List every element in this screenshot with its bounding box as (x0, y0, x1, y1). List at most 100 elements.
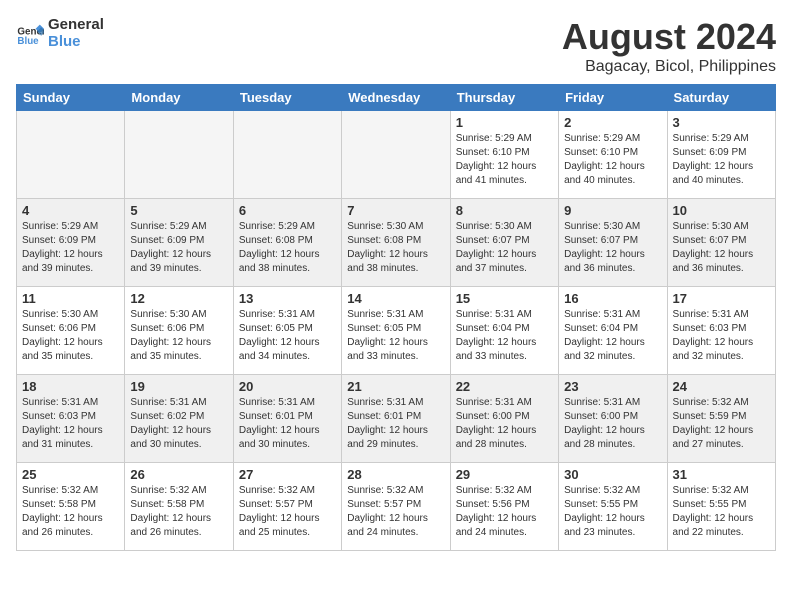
calendar-cell: 27 Sunrise: 5:32 AM Sunset: 5:57 PM Dayli… (233, 463, 341, 551)
title-block: August 2024 Bagacay, Bicol, Philippines (562, 16, 776, 76)
calendar-cell: 9Sunrise: 5:30 AM Sunset: 6:07 PM Daylig… (559, 199, 667, 287)
calendar-cell: 1 Sunrise: 5:29 AM Sunset: 6:10 PM Daylig… (450, 111, 558, 199)
day-info: Sunrise: 5:29 AM Sunset: 6:10 PM Dayligh… (564, 132, 661, 188)
day-number: 14 (347, 291, 444, 306)
calendar-cell: 26 Sunrise: 5:32 AM Sunset: 5:58 PM Dayli… (125, 463, 233, 551)
day-number: 27 (239, 467, 336, 482)
calendar-cell: 31 Sunrise: 5:32 AM Sunset: 5:55 PM Dayli… (667, 463, 775, 551)
day-info: Sunrise: 5:29 AM Sunset: 6:10 PM Dayligh… (456, 132, 553, 188)
calendar-cell: 12 Sunrise: 5:30 AM Sunset: 6:06 PM Dayli… (125, 287, 233, 375)
calendar-cell: 11Sunrise: 5:30 AM Sunset: 6:06 PM Dayli… (17, 287, 125, 375)
col-friday: Friday (559, 85, 667, 111)
day-number: 6 (239, 203, 336, 218)
calendar-cell: 4 Sunrise: 5:29 AM Sunset: 6:09 PM Daylig… (17, 199, 125, 287)
col-sunday: Sunday (17, 85, 125, 111)
calendar-cell: 14 Sunrise: 5:31 AM Sunset: 6:05 PM Dayli… (342, 287, 450, 375)
day-number: 5 (130, 203, 227, 218)
logo-general: General (48, 16, 104, 33)
calendar-cell: 18Sunrise: 5:31 AM Sunset: 6:03 PM Dayli… (17, 375, 125, 463)
day-info: Sunrise: 5:30 AM Sunset: 6:07 PM Dayligh… (564, 220, 661, 276)
calendar-cell: 29 Sunrise: 5:32 AM Sunset: 5:56 PM Dayli… (450, 463, 558, 551)
day-number: 23 (564, 379, 661, 394)
day-number: 12 (130, 291, 227, 306)
header-row: Sunday Monday Tuesday Wednesday Thursday… (17, 85, 776, 111)
calendar-cell: 19Sunrise: 5:31 AM Sunset: 6:02 PM Dayli… (125, 375, 233, 463)
day-number: 16 (564, 291, 661, 306)
day-info: Sunrise: 5:32 AM Sunset: 5:58 PM Dayligh… (130, 484, 227, 540)
day-info: Sunrise: 5:31 AM Sunset: 6:00 PM Dayligh… (456, 396, 553, 452)
day-number: 3 (673, 115, 770, 130)
day-info: Sunrise: 5:32 AM Sunset: 5:59 PM Dayligh… (673, 396, 770, 452)
day-number: 25 (22, 467, 119, 482)
day-info: Sunrise: 5:29 AM Sunset: 6:08 PM Dayligh… (239, 220, 336, 276)
day-info: Sunrise: 5:30 AM Sunset: 6:06 PM Dayligh… (130, 308, 227, 364)
day-number: 29 (456, 467, 553, 482)
logo-icon: General Blue (16, 19, 44, 47)
day-info: Sunrise: 5:30 AM Sunset: 6:06 PM Dayligh… (22, 308, 119, 364)
logo: General Blue General Blue (16, 16, 104, 51)
calendar-cell: 24 Sunrise: 5:32 AM Sunset: 5:59 PM Dayli… (667, 375, 775, 463)
calendar-cell: 20Sunrise: 5:31 AM Sunset: 6:01 PM Dayli… (233, 375, 341, 463)
col-tuesday: Tuesday (233, 85, 341, 111)
calendar-cell: 3 Sunrise: 5:29 AM Sunset: 6:09 PM Daylig… (667, 111, 775, 199)
day-info: Sunrise: 5:31 AM Sunset: 6:03 PM Dayligh… (673, 308, 770, 364)
day-info: Sunrise: 5:32 AM Sunset: 5:57 PM Dayligh… (239, 484, 336, 540)
calendar-cell: 10 Sunrise: 5:30 AM Sunset: 6:07 PM Dayli… (667, 199, 775, 287)
col-thursday: Thursday (450, 85, 558, 111)
day-number: 4 (22, 203, 119, 218)
day-number: 2 (564, 115, 661, 130)
calendar-week-2: 4 Sunrise: 5:29 AM Sunset: 6:09 PM Daylig… (17, 199, 776, 287)
calendar-cell: 6 Sunrise: 5:29 AM Sunset: 6:08 PM Daylig… (233, 199, 341, 287)
calendar-cell: 5 Sunrise: 5:29 AM Sunset: 6:09 PM Daylig… (125, 199, 233, 287)
day-info: Sunrise: 5:31 AM Sunset: 6:05 PM Dayligh… (347, 308, 444, 364)
day-number: 31 (673, 467, 770, 482)
day-info: Sunrise: 5:32 AM Sunset: 5:56 PM Dayligh… (456, 484, 553, 540)
day-number: 15 (456, 291, 553, 306)
day-number: 24 (673, 379, 770, 394)
day-info: Sunrise: 5:32 AM Sunset: 5:55 PM Dayligh… (673, 484, 770, 540)
calendar-cell: 17 Sunrise: 5:31 AM Sunset: 6:03 PM Dayli… (667, 287, 775, 375)
day-number: 26 (130, 467, 227, 482)
day-info: Sunrise: 5:32 AM Sunset: 5:57 PM Dayligh… (347, 484, 444, 540)
day-info: Sunrise: 5:30 AM Sunset: 6:08 PM Dayligh… (347, 220, 444, 276)
day-info: Sunrise: 5:29 AM Sunset: 6:09 PM Dayligh… (22, 220, 119, 276)
calendar-cell: 8 Sunrise: 5:30 AM Sunset: 6:07 PM Daylig… (450, 199, 558, 287)
calendar-week-5: 25 Sunrise: 5:32 AM Sunset: 5:58 PM Dayli… (17, 463, 776, 551)
day-number: 8 (456, 203, 553, 218)
calendar-cell: 13 Sunrise: 5:31 AM Sunset: 6:05 PM Dayli… (233, 287, 341, 375)
day-info: Sunrise: 5:31 AM Sunset: 6:04 PM Dayligh… (456, 308, 553, 364)
calendar-cell: 21 Sunrise: 5:31 AM Sunset: 6:01 PM Dayli… (342, 375, 450, 463)
calendar-subtitle: Bagacay, Bicol, Philippines (562, 58, 776, 76)
day-info: Sunrise: 5:32 AM Sunset: 5:58 PM Dayligh… (22, 484, 119, 540)
day-info: Sunrise: 5:31 AM Sunset: 6:05 PM Dayligh… (239, 308, 336, 364)
calendar-cell (233, 111, 341, 199)
calendar-cell: 30Sunrise: 5:32 AM Sunset: 5:55 PM Dayli… (559, 463, 667, 551)
day-info: Sunrise: 5:31 AM Sunset: 6:00 PM Dayligh… (564, 396, 661, 452)
day-info: Sunrise: 5:32 AM Sunset: 5:55 PM Dayligh… (564, 484, 661, 540)
day-info: Sunrise: 5:29 AM Sunset: 6:09 PM Dayligh… (130, 220, 227, 276)
day-info: Sunrise: 5:31 AM Sunset: 6:01 PM Dayligh… (347, 396, 444, 452)
day-info: Sunrise: 5:30 AM Sunset: 6:07 PM Dayligh… (456, 220, 553, 276)
day-number: 19 (130, 379, 227, 394)
col-monday: Monday (125, 85, 233, 111)
col-saturday: Saturday (667, 85, 775, 111)
day-info: Sunrise: 5:29 AM Sunset: 6:09 PM Dayligh… (673, 132, 770, 188)
calendar-title: August 2024 (562, 16, 776, 58)
day-number: 10 (673, 203, 770, 218)
day-number: 21 (347, 379, 444, 394)
day-info: Sunrise: 5:30 AM Sunset: 6:07 PM Dayligh… (673, 220, 770, 276)
calendar-week-4: 18Sunrise: 5:31 AM Sunset: 6:03 PM Dayli… (17, 375, 776, 463)
day-number: 1 (456, 115, 553, 130)
calendar-cell: 22Sunrise: 5:31 AM Sunset: 6:00 PM Dayli… (450, 375, 558, 463)
day-info: Sunrise: 5:31 AM Sunset: 6:04 PM Dayligh… (564, 308, 661, 364)
calendar-cell: 7Sunrise: 5:30 AM Sunset: 6:08 PM Daylig… (342, 199, 450, 287)
calendar-table: Sunday Monday Tuesday Wednesday Thursday… (16, 84, 776, 551)
day-number: 17 (673, 291, 770, 306)
calendar-cell (17, 111, 125, 199)
day-info: Sunrise: 5:31 AM Sunset: 6:01 PM Dayligh… (239, 396, 336, 452)
calendar-cell: 2 Sunrise: 5:29 AM Sunset: 6:10 PM Daylig… (559, 111, 667, 199)
svg-text:Blue: Blue (17, 36, 39, 47)
calendar-week-1: 1 Sunrise: 5:29 AM Sunset: 6:10 PM Daylig… (17, 111, 776, 199)
day-number: 13 (239, 291, 336, 306)
day-number: 18 (22, 379, 119, 394)
